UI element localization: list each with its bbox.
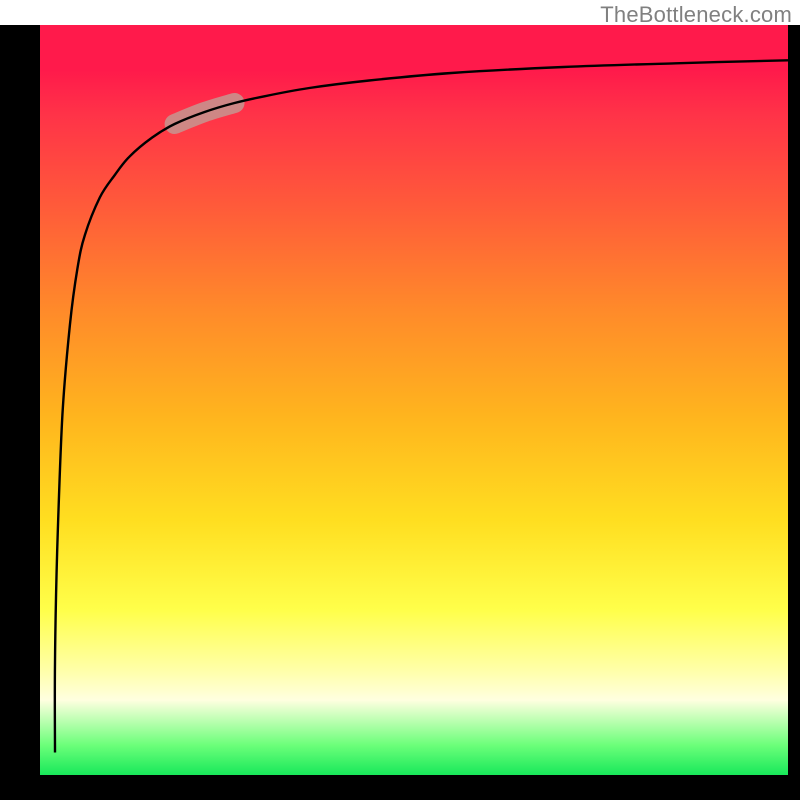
- axis-left: [0, 25, 40, 775]
- plot-area: [40, 25, 788, 775]
- bottleneck-curve: [55, 60, 788, 752]
- curve-layer: [40, 25, 788, 775]
- axis-right: [788, 25, 800, 775]
- axis-bottom: [0, 775, 800, 800]
- chart-stage: TheBottleneck.com: [0, 0, 800, 800]
